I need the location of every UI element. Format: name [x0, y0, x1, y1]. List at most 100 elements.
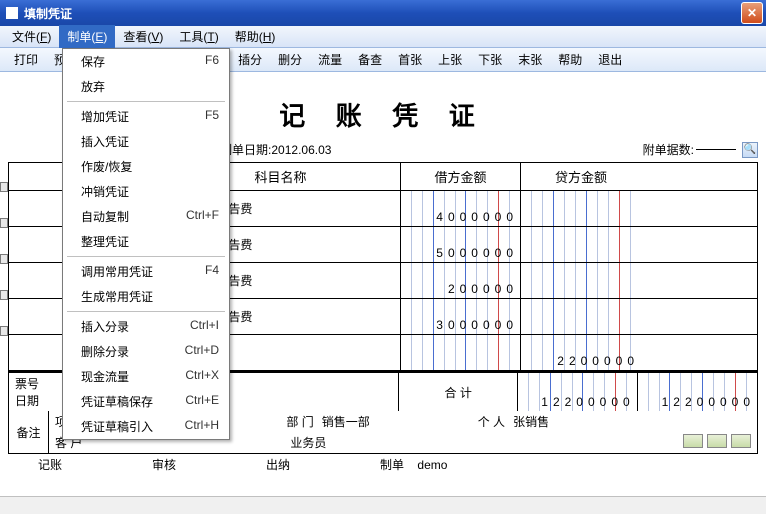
menu-item-放弃[interactable]: 放弃 — [63, 74, 229, 99]
menu-shortcut: Ctrl+X — [185, 368, 219, 385]
cell-credit[interactable] — [521, 227, 641, 262]
cell-debit[interactable]: 4000000 — [401, 191, 521, 226]
menu-item-label: 自动复制 — [81, 208, 186, 225]
menu-item-自动复制[interactable]: 自动复制Ctrl+F — [63, 204, 229, 229]
signature-row: 记账 审核 出纳 制单 demo — [8, 454, 758, 475]
menu-item-label: 现金流量 — [81, 368, 185, 385]
menu-item-保存[interactable]: 保存F6 — [63, 49, 229, 74]
menu-separator — [67, 101, 225, 102]
menu-item-整理凭证[interactable]: 整理凭证 — [63, 229, 229, 254]
menu-item-冲销凭证[interactable]: 冲销凭证 — [63, 179, 229, 204]
row-marker-icon — [0, 182, 8, 192]
search-icon[interactable]: 🔍 — [742, 142, 758, 158]
stamp-icon-1[interactable] — [683, 434, 703, 448]
stamp-icon-3[interactable] — [731, 434, 751, 448]
header-debit: 借方金额 — [401, 163, 521, 190]
menu-shortcut: F5 — [205, 108, 219, 125]
menu-shortcut: F6 — [205, 53, 219, 70]
menu-item-label: 整理凭证 — [81, 233, 219, 250]
attachment-input[interactable] — [696, 149, 736, 150]
menu-item-label: 增加凭证 — [81, 108, 205, 125]
toolbar-插分[interactable]: 插分 — [230, 49, 270, 70]
menu-item-生成常用凭证[interactable]: 生成常用凭证 — [63, 284, 229, 309]
total-credit-cell: 12200000 — [638, 373, 757, 411]
statusbar — [0, 496, 766, 514]
person-label: 个 人 — [478, 413, 505, 430]
attachment-label: 附单据数: — [643, 141, 694, 158]
toolbar-删分[interactable]: 删分 — [270, 49, 310, 70]
menu-item-凭证草稿保存[interactable]: 凭证草稿保存Ctrl+E — [63, 389, 229, 414]
toolbar-末张[interactable]: 末张 — [510, 49, 550, 70]
menu-item-label: 插入凭证 — [81, 133, 219, 150]
stamp-icon-2[interactable] — [707, 434, 727, 448]
debit-value: 5000000 — [436, 246, 518, 260]
menu-item-调用常用凭证[interactable]: 调用常用凭证F4 — [63, 259, 229, 284]
titlebar: 填制凭证 ✕ — [0, 0, 766, 26]
menu-帮助[interactable]: 帮助(H) — [227, 25, 284, 48]
toolbar-帮助[interactable]: 帮助 — [550, 49, 590, 70]
menu-shortcut: Ctrl+E — [185, 393, 219, 410]
row-marker-icon — [0, 254, 8, 264]
menu-item-增加凭证[interactable]: 增加凭证F5 — [63, 104, 229, 129]
menu-item-插入分录[interactable]: 插入分录Ctrl+I — [63, 314, 229, 339]
menu-item-label: 冲销凭证 — [81, 183, 219, 200]
menu-制单[interactable]: 制单(E) — [59, 25, 115, 48]
toolbar-首张[interactable]: 首张 — [390, 49, 430, 70]
cell-debit[interactable] — [401, 335, 521, 370]
row-marker-icon — [0, 290, 8, 300]
toolbar-流量[interactable]: 流量 — [310, 49, 350, 70]
sig-entry: 记账 — [38, 456, 62, 473]
cell-credit[interactable]: 2200000 — [521, 335, 641, 370]
menu-item-作废/恢复[interactable]: 作废/恢复 — [63, 154, 229, 179]
cell-debit[interactable]: 3000000 — [401, 299, 521, 334]
ticket-no-label: 票号 — [15, 377, 39, 391]
menu-item-label: 插入分录 — [81, 318, 190, 335]
clerk-label: 业务员 — [290, 434, 326, 451]
menu-shortcut: Ctrl+I — [190, 318, 219, 335]
ticket-date-label: 日期 — [15, 394, 39, 408]
total-debit-cell: 12200000 — [518, 373, 637, 411]
total-credit-value: 12200000 — [662, 395, 755, 409]
menu-查看[interactable]: 查看(V) — [115, 25, 171, 48]
cell-credit[interactable] — [521, 299, 641, 334]
toolbar-备查[interactable]: 备查 — [350, 49, 390, 70]
menu-文件[interactable]: 文件(F) — [4, 25, 59, 48]
menu-shortcut: F4 — [205, 263, 219, 280]
menu-shortcut: Ctrl+D — [185, 343, 219, 360]
date-value: 2012.06.03 — [271, 143, 331, 157]
debit-value: 200000 — [448, 282, 518, 296]
toolbar-打印[interactable]: 打印 — [6, 49, 46, 70]
close-button[interactable]: ✕ — [741, 2, 763, 24]
menu-item-现金流量[interactable]: 现金流量Ctrl+X — [63, 364, 229, 389]
menu-shortcut: Ctrl+H — [185, 418, 219, 435]
menu-item-凭证草稿引入[interactable]: 凭证草稿引入Ctrl+H — [63, 414, 229, 439]
dept-label: 部 门 — [286, 413, 313, 430]
toolbar-上张[interactable]: 上张 — [430, 49, 470, 70]
cell-credit[interactable] — [521, 263, 641, 298]
toolbar-下张[interactable]: 下张 — [470, 49, 510, 70]
menu-item-label: 删除分录 — [81, 343, 185, 360]
toolbar-退出[interactable]: 退出 — [590, 49, 630, 70]
menu-item-删除分录[interactable]: 删除分录Ctrl+D — [63, 339, 229, 364]
menu-item-label: 放弃 — [81, 78, 219, 95]
menu-dropdown: 保存F6 放弃增加凭证F5 插入凭证作废/恢复冲销凭证自动复制Ctrl+F 整理凭证调… — [62, 48, 230, 440]
cell-debit[interactable]: 200000 — [401, 263, 521, 298]
dept-value: 销售一部 — [322, 413, 370, 430]
menu-工具[interactable]: 工具(T) — [171, 25, 226, 48]
menu-item-label: 凭证草稿引入 — [81, 418, 185, 435]
cell-credit[interactable] — [521, 191, 641, 226]
cell-debit[interactable]: 5000000 — [401, 227, 521, 262]
sig-maker-value: demo — [417, 458, 447, 472]
debit-value: 4000000 — [436, 210, 518, 224]
row-marker-icon — [0, 326, 8, 336]
person-value: 张销售 — [513, 413, 549, 430]
menu-separator — [67, 311, 225, 312]
sig-maker: 制单 — [380, 458, 404, 472]
menu-item-插入凭证[interactable]: 插入凭证 — [63, 129, 229, 154]
menubar: 文件(F)制单(E)查看(V)工具(T)帮助(H) — [0, 26, 766, 48]
menu-item-label: 保存 — [81, 53, 205, 70]
menu-separator — [67, 256, 225, 257]
debit-value: 3000000 — [436, 318, 518, 332]
menu-shortcut: Ctrl+F — [186, 208, 219, 225]
menu-item-label: 凭证草稿保存 — [81, 393, 185, 410]
